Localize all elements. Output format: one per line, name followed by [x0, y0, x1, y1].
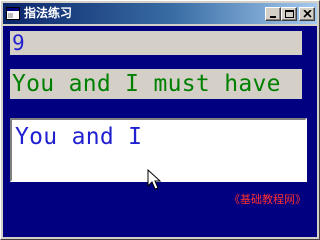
- close-button[interactable]: [299, 7, 315, 21]
- maximize-button[interactable]: [281, 7, 297, 21]
- window-title: 指法练习: [24, 6, 73, 20]
- title-bar[interactable]: 指法练习: [3, 3, 317, 24]
- mouse-cursor-icon: [147, 169, 162, 190]
- footer-credit: 《基础教程网》: [229, 193, 306, 206]
- maximize-icon: [285, 10, 294, 18]
- app-window: 指法练习 9 You and I must have You and I 《基础…: [0, 0, 320, 240]
- close-icon: [303, 10, 312, 18]
- target-sentence-label: You and I must have: [10, 69, 302, 99]
- app-icon: [6, 7, 20, 20]
- minimize-icon: [270, 16, 276, 18]
- practice-count-label: 9: [10, 31, 302, 55]
- minimize-button[interactable]: [265, 7, 281, 21]
